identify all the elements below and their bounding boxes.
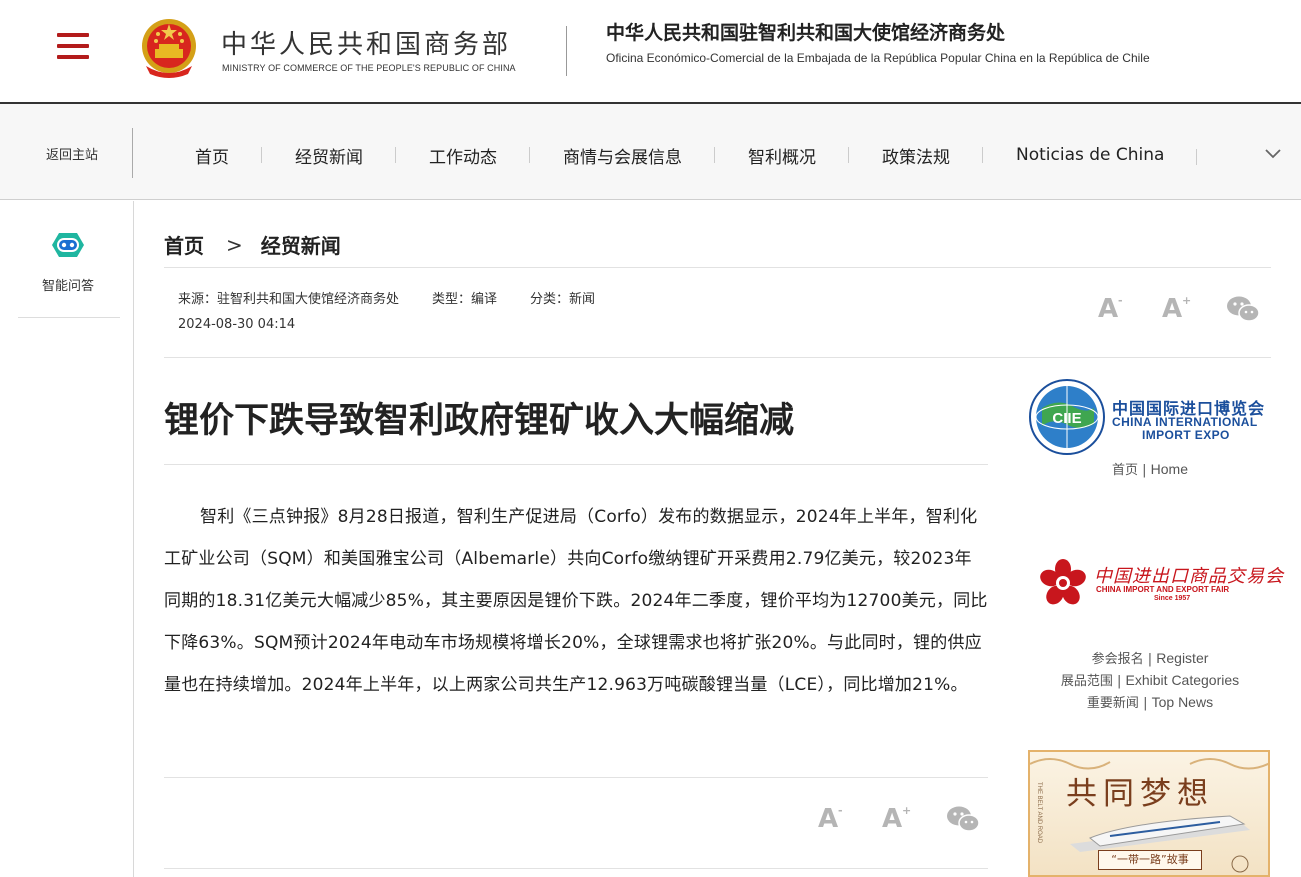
nav-item-policies[interactable]: 政策法规 — [849, 143, 983, 168]
font-decrease-sup: - — [838, 804, 843, 817]
ciie-globe-icon: CIIE — [1029, 379, 1105, 455]
menu-icon[interactable] — [57, 33, 89, 59]
nav-item-label: 工作动态 — [429, 147, 497, 168]
nav-item-trade-news[interactable]: 经贸新闻 — [262, 143, 396, 168]
canton-fair-flower-icon — [1040, 559, 1086, 605]
nav-item-business-info[interactable]: 商情与会展信息 — [530, 143, 715, 168]
ministry-name-en: MINISTRY OF COMMERCE OF THE PEOPLE'S REP… — [222, 63, 516, 73]
nav-item-noticias[interactable]: Noticias de China — [983, 145, 1198, 165]
ciie-name-en-2: IMPORT EXPO — [1142, 428, 1230, 442]
robot-icon[interactable] — [46, 229, 90, 261]
nav-item-label: Noticias de China — [1016, 145, 1165, 165]
nav-item-chile-overview[interactable]: 智利概况 — [715, 143, 849, 168]
divider — [164, 868, 988, 869]
canton-fair-logo-link[interactable]: 中国进出口商品交易会 CHINA IMPORT AND EXPORT FAIR … — [1036, 556, 1283, 610]
nav-divider — [132, 128, 133, 178]
font-increase-sup: + — [902, 804, 912, 817]
separator: | — [1147, 652, 1153, 667]
ciie-logo-link[interactable]: CIIE 中国国际进口博览会 CHINA INTERNATIONAL IMPOR… — [1028, 378, 1272, 456]
font-increase-label: A — [1162, 294, 1183, 324]
belt-and-road-banner[interactable]: THE BELT AND ROAD 共同梦想 “一带一路”故事 — [1028, 750, 1270, 877]
nav-item-label: 经贸新闻 — [295, 147, 363, 168]
link-en: Register — [1156, 650, 1209, 666]
ciie-home-link[interactable]: 首页 | Home — [1028, 459, 1272, 478]
nav-item-label: 政策法规 — [882, 147, 950, 168]
divider — [164, 357, 1271, 358]
article-type: 类型：编译 — [432, 292, 498, 307]
canton-register-link[interactable]: 参会报名 | Register — [1028, 648, 1272, 670]
office-name-cn: 中华人民共和国驻智利共和国大使馆经济商务处 — [606, 22, 1006, 44]
font-increase-sup: + — [1182, 294, 1192, 307]
header-divider — [566, 26, 567, 76]
ai-assistant-label[interactable]: 智能问答 — [22, 275, 114, 294]
link-cn: 参会报名 — [1091, 652, 1144, 667]
divider — [18, 317, 120, 318]
office-name-es: Oficina Económico-Comercial de la Embaja… — [606, 51, 1150, 65]
canton-fair-links: 参会报名 | Register 展品范围 | Exhibit Categorie… — [1028, 648, 1272, 714]
chevron-right-icon: > — [226, 232, 243, 257]
separator: | — [1143, 696, 1148, 711]
link-en: Top News — [1151, 694, 1214, 710]
font-decrease-button[interactable]: A- — [1098, 294, 1132, 324]
national-emblem-icon — [142, 19, 196, 78]
separator: | — [1117, 674, 1122, 689]
font-decrease-sup: - — [1118, 294, 1123, 307]
article-meta: 来源：驻智利共和国大使馆经济商务处 类型：编译 分类：新闻 — [178, 288, 628, 307]
ciie-home-cn: 首页 — [1111, 463, 1138, 478]
canton-top-news-link[interactable]: 重要新闻 | Top News — [1028, 692, 1272, 714]
breadcrumb-home[interactable]: 首页 — [164, 230, 204, 259]
breadcrumb-current[interactable]: 经贸新闻 — [261, 230, 341, 259]
article-title: 锂价下跌导致智利政府锂矿收入大幅缩减 — [164, 401, 795, 441]
canton-fair-name-en: CHINA IMPORT AND EXPORT FAIR — [1096, 585, 1230, 594]
ciie-home-en: Home — [1150, 461, 1189, 477]
font-decrease-label: A — [1098, 294, 1119, 324]
article-tools-top: A- A + — [1098, 294, 1260, 324]
left-sidebar: 智能问答 — [0, 201, 134, 877]
article-tools-bottom: A- A + — [818, 804, 980, 834]
font-decrease-label: A — [818, 804, 839, 834]
font-increase-button[interactable]: A + — [882, 804, 916, 834]
banner-subtitle: “一带一路”故事 — [1098, 850, 1202, 870]
divider — [164, 777, 988, 778]
nav-items: 首页 经贸新闻 工作动态 商情与会展信息 智利概况 政策法规 Noticias … — [162, 140, 1198, 170]
site-header: 中华人民共和国商务部 MINISTRY OF COMMERCE OF THE P… — [0, 0, 1301, 104]
article-body: 智利《三点钟报》8月28日报道，智利生产促进局（Corfo）发布的数据显示，20… — [164, 507, 988, 695]
ciie-logo-text: CIIE — [1052, 410, 1081, 427]
back-to-main-site-link[interactable]: 返回主站 — [22, 144, 122, 163]
divider — [164, 267, 1271, 268]
link-cn: 展品范围 — [1060, 674, 1113, 689]
article-date: 2024-08-30 04:14 — [178, 317, 296, 332]
nav-item-label: 首页 — [195, 147, 229, 168]
font-increase-button[interactable]: A + — [1162, 294, 1196, 324]
breadcrumb: 首页 > 经贸新闻 — [164, 230, 341, 259]
nav-item-label: 智利概况 — [748, 147, 816, 168]
article-source: 来源：驻智利共和国大使馆经济商务处 — [178, 292, 400, 307]
nav-item-home[interactable]: 首页 — [162, 143, 262, 168]
font-increase-label: A — [882, 804, 903, 834]
nav-item-label: 商情与会展信息 — [563, 147, 682, 168]
banner-title: 共同梦想 — [1066, 776, 1214, 812]
link-cn: 重要新闻 — [1086, 696, 1139, 711]
main-nav: 返回主站 首页 经贸新闻 工作动态 商情与会展信息 智利概况 政策法规 Noti… — [0, 104, 1301, 200]
divider — [164, 464, 988, 465]
wechat-share-icon[interactable] — [1226, 295, 1260, 323]
canton-exhibit-categories-link[interactable]: 展品范围 | Exhibit Categories — [1028, 670, 1272, 692]
ministry-name-cn: 中华人民共和国商务部 — [221, 30, 512, 60]
nav-item-work-updates[interactable]: 工作动态 — [396, 143, 530, 168]
ciie-name-en-1: CHINA INTERNATIONAL — [1112, 415, 1258, 429]
link-en: Exhibit Categories — [1125, 672, 1240, 688]
font-decrease-button[interactable]: A- — [818, 804, 852, 834]
wechat-share-icon[interactable] — [946, 805, 980, 833]
canton-fair-since: Since 1957 — [1154, 595, 1191, 602]
separator: | — [1142, 463, 1147, 478]
chevron-down-icon[interactable] — [1263, 146, 1283, 160]
article-category: 分类：新闻 — [530, 292, 596, 307]
banner-vertical-text: THE BELT AND ROAD — [1036, 782, 1042, 844]
